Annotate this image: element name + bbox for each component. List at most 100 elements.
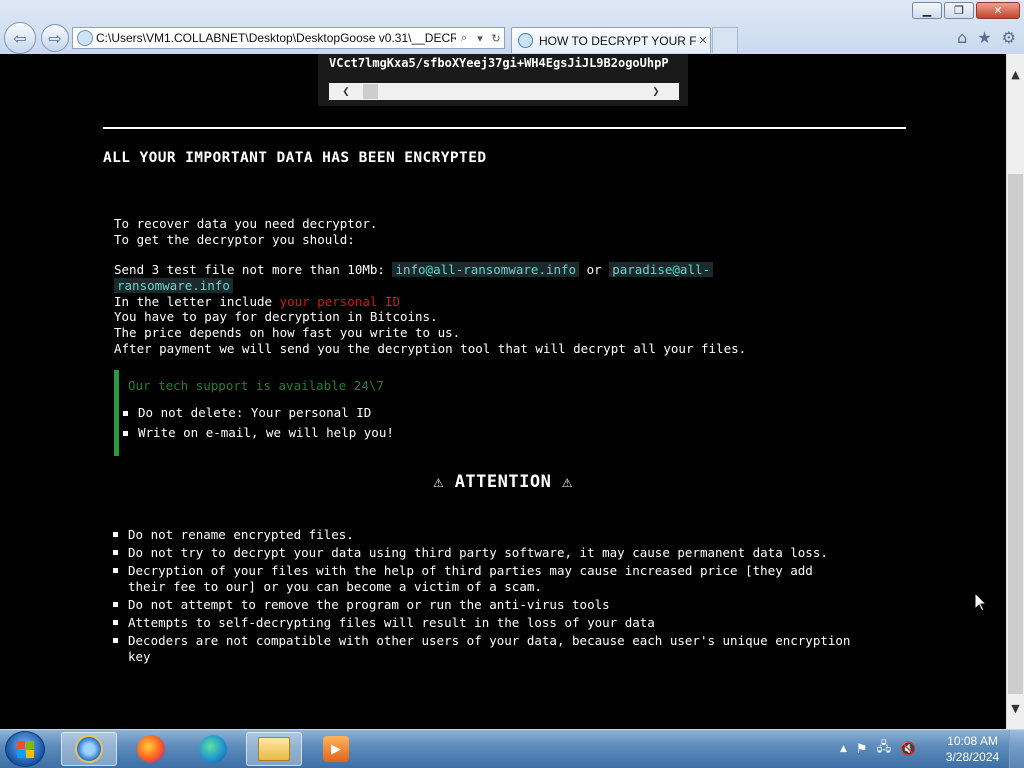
show-desktop-button[interactable] bbox=[1009, 730, 1024, 768]
warning-text: Do not rename encrypted files. bbox=[128, 527, 354, 542]
action-center-flag-icon[interactable]: ⚑ bbox=[856, 742, 868, 757]
bullet-icon bbox=[113, 568, 118, 573]
taskbar-app-edge[interactable] bbox=[185, 732, 241, 766]
browser-chrome: ▁ ❐ ✕ ⇦ ⇨ C:\Users\VM1.COLLABNET\Desktop… bbox=[0, 0, 1024, 55]
support-item: Do not delete: Your personal ID bbox=[123, 405, 371, 420]
email-continuation: ransomware.info bbox=[114, 278, 233, 294]
email-link-paradise[interactable]: paradise@all- bbox=[609, 262, 714, 277]
price-line: The price depends on how fast you write … bbox=[114, 325, 461, 340]
scroll-thumb[interactable] bbox=[363, 84, 378, 99]
letter-prefix: In the letter include bbox=[114, 294, 280, 309]
system-tray: ▲ ⚑ 🖧 🔇 bbox=[840, 732, 916, 766]
bullet-icon bbox=[113, 550, 118, 555]
list-item: Decoders are not compatible with other u… bbox=[113, 633, 873, 665]
page-content: VCct7lmgKxa5/sfboXYeej37gi+WH4EgsJiJL9B2… bbox=[0, 54, 1006, 729]
volume-muted-icon[interactable]: 🔇 bbox=[900, 742, 916, 757]
warning-text: Do not try to decrypt your data using th… bbox=[128, 545, 828, 560]
bullet-icon bbox=[113, 602, 118, 607]
get-decryptor-line: To get the decryptor you should: bbox=[114, 232, 355, 247]
after-payment-line: After payment we will send you the decry… bbox=[114, 341, 747, 356]
ie-page-icon bbox=[518, 33, 533, 48]
support-title: Our tech support is available 24\7 bbox=[128, 378, 384, 393]
gear-icon[interactable]: ⚙ bbox=[1002, 28, 1016, 47]
support-item: Write on e-mail, we will help you! bbox=[123, 425, 394, 440]
home-icon[interactable]: ⌂ bbox=[957, 28, 967, 47]
warnings-list: Do not rename encrypted files. Do not tr… bbox=[113, 527, 873, 667]
address-url[interactable]: C:\Users\VM1.COLLABNET\Desktop\DesktopGo… bbox=[96, 31, 456, 45]
back-arrow-icon: ⇦ bbox=[13, 28, 27, 48]
forward-button[interactable]: ⇨ bbox=[41, 24, 69, 52]
list-item: Attempts to self-decrypting files will r… bbox=[113, 615, 873, 631]
media-player-icon: ▶ bbox=[323, 736, 349, 762]
toolbar-icons: ⌂ ★ ⚙ bbox=[957, 28, 1016, 47]
refresh-icon[interactable]: ↻ bbox=[488, 32, 504, 45]
windows-logo-icon bbox=[17, 741, 34, 758]
folder-icon bbox=[258, 737, 290, 761]
start-button[interactable] bbox=[5, 731, 45, 767]
back-button[interactable]: ⇦ bbox=[4, 22, 36, 54]
address-bar[interactable]: C:\Users\VM1.COLLABNET\Desktop\DesktopGo… bbox=[72, 27, 505, 49]
scroll-left-icon[interactable]: ❮ bbox=[337, 83, 355, 100]
edge-icon bbox=[199, 735, 227, 763]
warning-text: Decoders are not compatible with other u… bbox=[128, 633, 851, 664]
taskbar-app-firefox[interactable] bbox=[123, 732, 179, 766]
personal-id-highlight: your personal ID bbox=[279, 294, 400, 309]
horizontal-scrollbar[interactable]: ❮ ❯ bbox=[329, 83, 679, 100]
show-hidden-icons-icon[interactable]: ▲ bbox=[840, 744, 847, 754]
tab-close-icon[interactable]: ✕ bbox=[696, 34, 710, 47]
restore-button[interactable]: ❐ bbox=[944, 2, 974, 19]
support-item-text: Write on e-mail, we will help you! bbox=[138, 425, 394, 440]
vertical-scrollbar[interactable]: ▲ ▼ bbox=[1006, 54, 1024, 729]
taskbar-app-media-player[interactable]: ▶ bbox=[308, 732, 364, 766]
scroll-up-icon[interactable]: ▲ bbox=[1007, 66, 1024, 83]
recover-line: To recover data you need decryptor. bbox=[114, 216, 378, 231]
list-item: Decryption of your files with the help o… bbox=[113, 563, 828, 595]
favorites-star-icon[interactable]: ★ bbox=[977, 28, 991, 47]
new-tab-button[interactable] bbox=[712, 27, 738, 53]
taskbar-app-internet-explorer[interactable] bbox=[61, 732, 117, 766]
clock-time: 10:08 AM bbox=[947, 734, 998, 748]
list-item: Do not attempt to remove the program or … bbox=[113, 597, 873, 613]
list-item: Do not try to decrypt your data using th… bbox=[113, 545, 873, 561]
email-link-paradise-cont[interactable]: ransomware.info bbox=[114, 278, 233, 293]
letter-include-line: In the letter include your personal ID bbox=[114, 294, 400, 310]
email-link-info[interactable]: info@all-ransomware.info bbox=[392, 262, 580, 277]
page-title: ALL YOUR IMPORTANT DATA HAS BEEN ENCRYPT… bbox=[103, 150, 487, 166]
support-callout: Our tech support is available 24\7 Do no… bbox=[114, 370, 539, 456]
send-prefix: Send 3 test file not more than 10Mb: bbox=[114, 262, 393, 277]
warning-text: Decryption of your files with the help o… bbox=[128, 563, 813, 594]
bullet-icon bbox=[123, 431, 128, 436]
network-icon[interactable]: 🖧 bbox=[877, 738, 892, 760]
list-item: Do not rename encrypted files. bbox=[113, 527, 873, 543]
support-item-text: Do not delete: Your personal ID bbox=[138, 405, 372, 420]
mouse-cursor-icon bbox=[975, 593, 987, 612]
or-text: or bbox=[579, 262, 610, 277]
clock-date: 3/28/2024 bbox=[945, 750, 1000, 764]
warning-text: Attempts to self-decrypting files will r… bbox=[128, 615, 655, 630]
close-button[interactable]: ✕ bbox=[976, 2, 1020, 19]
clock[interactable]: 10:08 AM 3/28/2024 bbox=[940, 733, 1005, 765]
taskbar: ▶ ▲ ⚑ 🖧 🔇 10:08 AM 3/28/2024 bbox=[0, 729, 1024, 768]
forward-arrow-icon: ⇨ bbox=[48, 28, 62, 48]
bullet-icon bbox=[123, 411, 128, 416]
personal-id-text: VCct7lmgKxa5/sfboXYeej37gi+WH4EgsJiJL9B2… bbox=[329, 56, 669, 70]
bullet-icon bbox=[113, 620, 118, 625]
address-dropdown-icon[interactable]: ▾ bbox=[472, 32, 488, 45]
scroll-right-icon[interactable]: ❯ bbox=[647, 83, 665, 100]
scroll-down-icon[interactable]: ▼ bbox=[1007, 700, 1024, 717]
divider bbox=[103, 127, 906, 129]
firefox-icon bbox=[137, 735, 165, 763]
internet-explorer-icon bbox=[75, 735, 103, 763]
pay-line: You have to pay for decryption in Bitcoi… bbox=[114, 309, 438, 324]
tab-title: HOW TO DECRYPT YOUR F... bbox=[539, 33, 696, 48]
window-controls: ▁ ❐ ✕ bbox=[912, 2, 1020, 19]
minimize-button[interactable]: ▁ bbox=[912, 2, 942, 19]
taskbar-app-file-explorer[interactable] bbox=[246, 732, 302, 766]
page-icon bbox=[77, 30, 93, 46]
tab-decrypt-instructions[interactable]: HOW TO DECRYPT YOUR F... ✕ bbox=[511, 27, 711, 53]
scroll-thumb[interactable] bbox=[1008, 174, 1023, 694]
bullet-icon bbox=[113, 532, 118, 537]
send-test-line: Send 3 test file not more than 10Mb: inf… bbox=[114, 262, 714, 278]
search-icon[interactable]: ⌕ bbox=[456, 31, 472, 45]
warning-text: Do not attempt to remove the program or … bbox=[128, 597, 610, 612]
